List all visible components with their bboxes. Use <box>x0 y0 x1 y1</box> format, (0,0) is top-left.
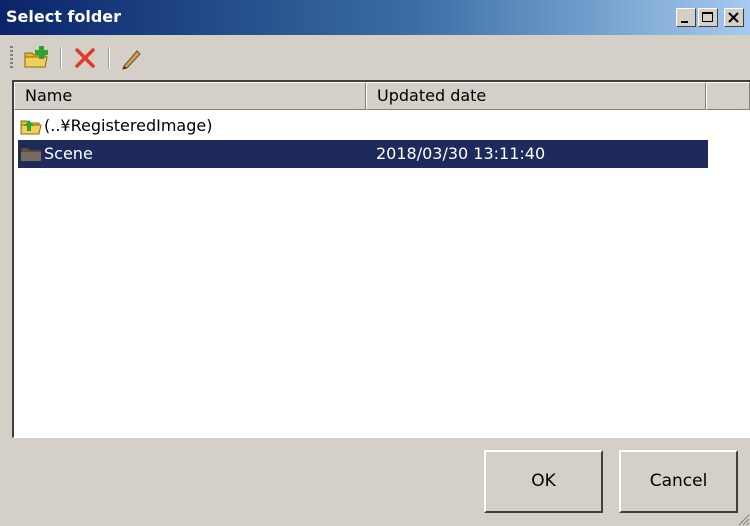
column-header-name[interactable]: Name <box>14 82 366 110</box>
minimize-button[interactable] <box>676 8 696 27</box>
maximize-button[interactable] <box>698 8 718 27</box>
resize-grip-icon[interactable] <box>736 512 750 526</box>
pencil-icon <box>122 50 141 70</box>
title-bar[interactable]: Select folder <box>0 0 750 35</box>
column-header-updated-date[interactable]: Updated date <box>366 82 706 110</box>
folder-icon <box>20 147 42 162</box>
new-folder-button[interactable] <box>22 43 52 73</box>
toolbar-separator <box>60 47 62 69</box>
toolbar-grip[interactable] <box>10 46 13 68</box>
new-folder-icon <box>24 46 48 68</box>
folder-name: Scene <box>44 144 93 163</box>
folder-list[interactable]: Name Updated date (..¥RegisteredImage) S… <box>12 80 750 438</box>
dialog-title: Select folder <box>6 7 122 26</box>
list-item-parent-folder[interactable]: (..¥RegisteredImage) <box>14 112 314 140</box>
list-header: Name Updated date <box>14 82 750 110</box>
minimize-icon <box>681 21 688 23</box>
list-item-scene[interactable]: Scene 2018/03/30 13:11:40 <box>18 140 708 168</box>
folder-name: (..¥RegisteredImage) <box>44 116 213 135</box>
rename-button[interactable] <box>116 43 146 73</box>
maximize-icon <box>702 12 713 22</box>
select-folder-dialog: Select folder Name Updated date (..¥Regi… <box>0 0 750 526</box>
column-header-filler <box>706 82 750 110</box>
cancel-button[interactable]: Cancel <box>619 450 738 513</box>
folder-updated-date: 2018/03/30 13:11:40 <box>376 144 546 163</box>
parent-folder-icon <box>20 120 42 135</box>
delete-x-icon <box>75 48 95 68</box>
delete-button[interactable] <box>70 43 100 73</box>
close-button[interactable] <box>724 8 744 27</box>
toolbar <box>0 35 750 79</box>
ok-button[interactable]: OK <box>484 450 603 513</box>
close-icon <box>728 12 739 23</box>
toolbar-separator <box>108 47 110 69</box>
